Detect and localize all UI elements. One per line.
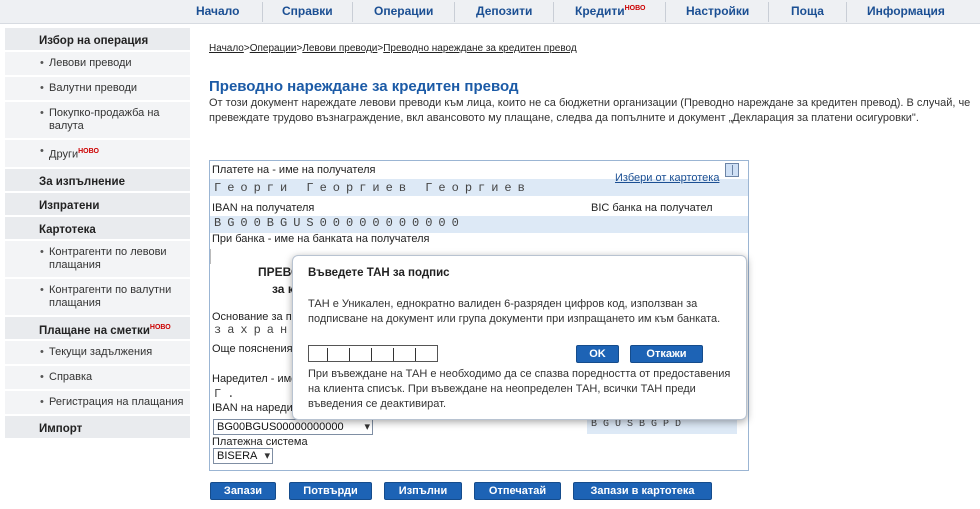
sidebar-section-label: Плащане на сметки <box>39 324 150 337</box>
nav-mail[interactable]: Поща <box>791 4 824 20</box>
payment-system-label: Платежна система <box>212 436 308 448</box>
sidebar-item-label: Регистрация на плащания <box>49 395 184 408</box>
nav-divider <box>454 2 455 22</box>
new-badge: НОВО <box>624 5 646 12</box>
nav-divider <box>553 2 554 22</box>
nav-divider <box>768 2 769 22</box>
breadcrumb-bgn-transfers[interactable]: Левови преводи <box>302 43 377 54</box>
sidebar-item-bill-report[interactable]: • Справка <box>5 365 190 391</box>
bullet-icon: • <box>40 395 44 408</box>
nav-divider <box>846 2 847 22</box>
orderer-label: Наредител - име <box>212 373 298 385</box>
sidebar-item-fx-transfers[interactable]: • Валутни преводи <box>5 77 190 102</box>
tan-digit-divider <box>327 348 328 361</box>
sidebar-item-bill-registration[interactable]: • Регистрация на плащания <box>5 390 190 416</box>
bullet-icon: • <box>40 107 44 119</box>
tan-dialog-title: Въведете ТАН за подпис <box>308 267 450 279</box>
orderer-iban-label: IBAN на наредит <box>212 402 298 414</box>
sidebar-item-bgn-counterparties[interactable]: • Контрагенти по левови плащания <box>5 240 190 279</box>
tan-digit-divider <box>349 348 350 361</box>
tan-digit-divider <box>393 348 394 361</box>
bank-label: При банка - име на банката на получателя <box>212 233 430 245</box>
bullet-icon: • <box>40 57 44 69</box>
sidebar-item-other[interactable]: • ДругиНОВО <box>5 140 190 169</box>
cancel-button[interactable]: Откажи <box>630 345 703 363</box>
page-title: Преводно нареждане за кредитен превод <box>209 78 519 95</box>
sidebar-item-label: Други <box>49 148 79 161</box>
sidebar-section-pending[interactable]: За изпълнение <box>5 168 190 193</box>
nav-divider <box>262 2 263 22</box>
reason-field[interactable]: захран <box>214 323 293 337</box>
top-navigation: Начало Справки Операции Депозити Кредити… <box>0 0 980 24</box>
page-description: От този документ нареждате левови превод… <box>209 97 971 124</box>
save-button[interactable]: Запази <box>210 482 276 500</box>
tan-digit-divider <box>371 348 372 361</box>
execute-button[interactable]: Изпълни <box>384 482 462 500</box>
sidebar-section-sent[interactable]: Изпратени <box>5 192 190 217</box>
iban-label: IBAN на получателя <box>212 202 315 214</box>
more-info-label: Още пояснения <box>212 343 293 355</box>
breadcrumb-current[interactable]: Преводно нареждане за кредитен превод <box>383 43 576 54</box>
breadcrumb-home[interactable]: Начало <box>209 43 244 54</box>
nav-divider <box>352 2 353 22</box>
payment-system-select[interactable]: BISERA <box>213 448 273 464</box>
sidebar-item-label: Левови преводи <box>49 57 132 69</box>
sidebar-item-label: Контрагенти по валутни плащания <box>49 283 172 309</box>
nav-deposits[interactable]: Депозити <box>476 4 532 20</box>
sidebar-item-label: Контрагенти по левови плащания <box>49 245 167 271</box>
card-file-book-icon[interactable] <box>725 163 739 177</box>
nav-credits-label[interactable]: Кредити <box>575 4 625 18</box>
bullet-icon: • <box>40 370 44 383</box>
sidebar-item-bgn-transfers[interactable]: • Левови преводи <box>5 52 190 77</box>
nav-information[interactable]: Информация <box>867 4 945 20</box>
bullet-icon: • <box>40 283 44 296</box>
nav-credits[interactable]: КредитиНОВО <box>575 4 645 20</box>
breadcrumb: Начало>Операции>Левови преводи>Преводно … <box>209 43 577 54</box>
tan-dialog-description: ТАН е Уникален, еднократно валиден 6-раз… <box>308 298 721 325</box>
nav-divider <box>665 2 666 22</box>
sidebar-item-current-bills[interactable]: • Текущи задължения <box>5 340 190 366</box>
new-badge: НОВО <box>149 323 171 331</box>
bullet-icon: • <box>40 82 44 94</box>
sidebar-item-label: Текущи задължения <box>49 345 153 358</box>
sidebar-section-card-file[interactable]: Картотека <box>5 216 190 241</box>
sidebar-item-label: Валутни преводи <box>49 82 138 94</box>
confirm-button[interactable]: Потвърди <box>289 482 372 500</box>
new-badge: НОВО <box>78 148 99 155</box>
orderer-bic-field[interactable]: BGUSBGPD <box>591 419 687 430</box>
tan-dialog: Въведете ТАН за подпис ТАН е Уникален, е… <box>292 255 747 420</box>
bullet-icon: • <box>40 245 44 258</box>
choose-from-card-file-link[interactable]: Избери от картотека <box>615 172 719 184</box>
orderer-field[interactable]: Г. <box>214 387 240 401</box>
sidebar-item-fx-buy-sell[interactable]: • Покупко-продажба на валута <box>5 102 190 140</box>
sidebar-item-fx-counterparties[interactable]: • Контрагенти по валутни плащания <box>5 278 190 317</box>
form-subheading-partial: за к <box>272 282 294 296</box>
nav-reports[interactable]: Справки <box>282 4 333 20</box>
sidebar-item-label: Покупко-продажба на валута <box>49 107 160 132</box>
tan-input[interactable] <box>308 345 438 362</box>
sidebar-item-label: Справка <box>49 370 93 383</box>
nav-home[interactable]: Начало <box>196 4 239 20</box>
nav-settings[interactable]: Настройки <box>686 4 749 20</box>
payee-label: Платете на - име на получателя <box>212 164 376 176</box>
bic-label: BIC банка на получател <box>591 202 713 214</box>
iban-field[interactable]: BG00BGUS00000000000 <box>214 216 465 230</box>
sidebar-section-bill-payments[interactable]: Плащане на сметкиНОВО <box>5 316 190 341</box>
tan-digit-divider <box>415 348 416 361</box>
save-to-card-file-button[interactable]: Запази в картотека <box>573 482 712 500</box>
print-button[interactable]: Отпечатай <box>474 482 561 500</box>
tan-dialog-note: При въвеждане на ТАН е необходимо да се … <box>308 368 731 410</box>
reason-label: Основание за пр <box>212 311 298 323</box>
bullet-icon: • <box>40 345 44 358</box>
sidebar-section-choose-operation[interactable]: Избор на операция <box>5 28 190 52</box>
breadcrumb-operations[interactable]: Операции <box>250 43 297 54</box>
sidebar: Избор на операция • Левови преводи • Валут… <box>5 28 190 440</box>
sidebar-section-import[interactable]: Импорт <box>5 415 190 440</box>
bullet-icon: • <box>40 145 44 157</box>
nav-operations[interactable]: Операции <box>374 4 433 20</box>
orderer-iban-select[interactable]: BG00BGUS00000000000 <box>213 419 373 435</box>
payee-field[interactable]: Георги Георгиев Георгиев <box>214 181 531 195</box>
ok-button[interactable]: OK <box>576 345 619 363</box>
